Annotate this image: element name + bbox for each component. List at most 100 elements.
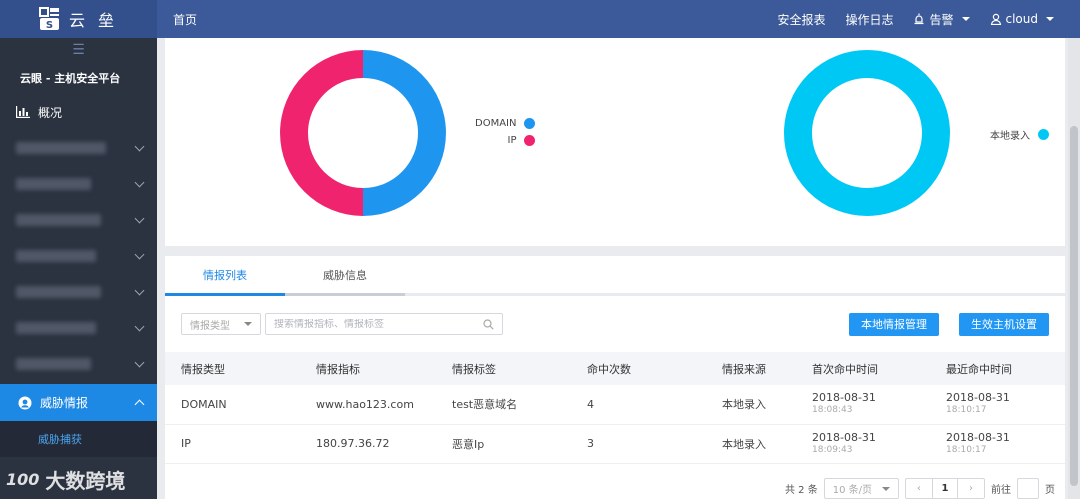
cell-last-hit: 2018-08-31 18:10:17 <box>930 385 1065 425</box>
goto-label: 前往 <box>991 485 1011 496</box>
page-size-select[interactable]: 10 条/页 <box>823 478 899 499</box>
page-nav: ‹ 1 › <box>905 478 985 499</box>
legend-intel-type: DOMAIN IP <box>475 118 536 146</box>
legend-label: 本地录入 <box>990 131 1030 142</box>
sidebar: ☰ 云眼 - 主机安全平台 概况 威胁情报 威胁捕获 <box>0 38 157 499</box>
pagination: 共 2 条 10 条/页 ‹ 1 › 前往 页 <box>785 478 1055 499</box>
donut-slice-本地录入[interactable] <box>784 50 950 216</box>
search-box <box>265 313 503 335</box>
main-content: DOMAIN IP 本地录入 情报列表 威胁信息 情报类型 搜索情报指标、情报标… <box>157 38 1080 499</box>
table-header-row: 情报类型 情报指标 情报标签 命中次数 情报来源 首次命中时间 最近命中时间 <box>165 352 1065 385</box>
cell-tag: test恶意域名 <box>436 385 571 425</box>
cell-type: IP <box>165 424 300 464</box>
sidebar-item-blurred[interactable] <box>0 166 157 202</box>
search-input[interactable] <box>274 318 464 330</box>
blurred-label <box>16 214 101 226</box>
sidebar-item-label: 威胁情报 <box>40 396 89 410</box>
sidebar-item-blurred[interactable] <box>0 346 157 382</box>
search-icon[interactable] <box>483 318 494 330</box>
chevron-down-icon <box>961 17 970 21</box>
date: 2018-08-31 <box>812 430 876 444</box>
date: 2018-08-31 <box>812 391 876 405</box>
legend-swatch <box>524 135 536 146</box>
column-header: 情报来源 <box>722 362 766 376</box>
donut-chart-intel-type <box>280 50 446 216</box>
toolbar: 情报类型 本地情报管理 生效主机设置 <box>165 296 1065 352</box>
chevron-down-icon <box>244 322 252 326</box>
legend-item[interactable]: IP <box>475 135 536 146</box>
brand-mark-icon: S <box>38 7 59 31</box>
table-row[interactable]: DOMAIN www.hao123.com test恶意域名 4 本地录入 20… <box>165 385 1065 425</box>
column-header: 情报标签 <box>452 362 496 376</box>
sidebar-subitem-threat-capture[interactable]: 威胁捕获 <box>0 421 157 457</box>
sidebar-item-blurred[interactable] <box>0 274 157 310</box>
blurred-label <box>16 250 96 262</box>
legend-intel-source: 本地录入 <box>990 127 1049 142</box>
cell-first-hit: 2018-08-31 18:09:43 <box>796 424 930 464</box>
chart-panel: DOMAIN IP 本地录入 <box>165 38 1065 246</box>
legend-item[interactable]: 本地录入 <box>990 127 1049 142</box>
sidebar-item-blurred[interactable] <box>0 202 157 238</box>
cell-tag: 恶意Ip <box>436 424 571 464</box>
chevron-down-icon <box>134 357 145 368</box>
local-intel-manage-button[interactable]: 本地情报管理 <box>849 312 939 336</box>
legend-item[interactable]: DOMAIN <box>475 118 536 129</box>
tab-intel-list[interactable]: 情报列表 <box>165 256 285 296</box>
top-bar: S 云 垒 首页 安全报表 操作日志 告警 cloud <box>0 0 1080 38</box>
legend-swatch <box>1038 129 1049 140</box>
blurred-label <box>16 286 101 298</box>
chevron-down-icon <box>134 285 145 296</box>
blurred-label <box>16 142 106 154</box>
scrollbar-thumb[interactable] <box>1070 126 1078 486</box>
cell-hits: 3 <box>571 424 706 464</box>
donut-slice-domain[interactable] <box>363 50 446 216</box>
nav-home[interactable]: 首页 <box>173 11 197 28</box>
time: 18:10:17 <box>946 444 987 455</box>
threat-intel-icon <box>18 396 32 409</box>
table-row[interactable]: IP 180.97.36.72 恶意Ip 3 本地录入 2018-08-31 18… <box>165 424 1065 464</box>
chevron-down-icon <box>134 213 145 224</box>
watermark-text: 大数跨境 <box>45 469 126 493</box>
sidebar-item-blurred[interactable] <box>0 310 157 346</box>
next-page-icon[interactable]: › <box>958 483 984 494</box>
column-header: 命中次数 <box>587 362 631 376</box>
sidebar-item-overview[interactable]: 概况 <box>0 94 157 130</box>
alerts-label: 告警 <box>929 12 954 27</box>
prev-page-icon[interactable]: ‹ <box>906 483 932 494</box>
intel-type-select[interactable]: 情报类型 <box>181 313 261 335</box>
blurred-label <box>16 322 96 334</box>
sidebar-item-blurred[interactable] <box>0 130 157 166</box>
page-number-current[interactable]: 1 <box>932 479 958 498</box>
time: 18:10:17 <box>946 405 987 416</box>
donut-slice-ip[interactable] <box>280 50 363 216</box>
chevron-down-icon <box>1046 17 1054 21</box>
goto-page-input[interactable] <box>1017 478 1039 499</box>
nav-operation-log[interactable]: 操作日志 <box>845 11 893 28</box>
cell-source: 本地录入 <box>706 424 796 464</box>
select-value: 情报类型 <box>190 320 230 332</box>
effective-host-settings-button[interactable]: 生效主机设置 <box>959 312 1049 336</box>
menu-toggle-icon[interactable]: ☰ <box>0 38 157 62</box>
cell-hits: 4 <box>571 385 706 425</box>
tab-threat-info[interactable]: 威胁信息 <box>285 256 405 296</box>
user-icon <box>990 13 1001 25</box>
nav-security-report[interactable]: 安全报表 <box>777 11 825 28</box>
user-menu[interactable]: cloud <box>990 12 1054 26</box>
cell-source: 本地录入 <box>706 385 796 425</box>
intel-table-panel: 情报列表 威胁信息 情报类型 本地情报管理 生效主机设置 <box>165 256 1065 499</box>
chevron-down-icon <box>134 249 145 260</box>
alerts-menu[interactable]: 告警 <box>913 11 970 28</box>
chevron-up-icon <box>134 399 145 409</box>
page-scrollbar[interactable] <box>1068 38 1080 499</box>
date: 2018-08-31 <box>946 391 1010 405</box>
blurred-label <box>16 358 91 370</box>
sidebar-item-blurred[interactable] <box>0 238 157 274</box>
watermark-logo: 100 <box>6 470 40 489</box>
brand-logo[interactable]: S 云 垒 <box>0 0 157 38</box>
sidebar-item-threat-intel[interactable]: 威胁情报 <box>0 384 157 421</box>
column-header: 情报指标 <box>316 362 360 376</box>
blurred-label <box>16 178 91 190</box>
watermark: 100 大数跨境 <box>6 465 125 494</box>
page-unit-label: 页 <box>1045 485 1055 496</box>
donut-charts <box>280 50 950 216</box>
